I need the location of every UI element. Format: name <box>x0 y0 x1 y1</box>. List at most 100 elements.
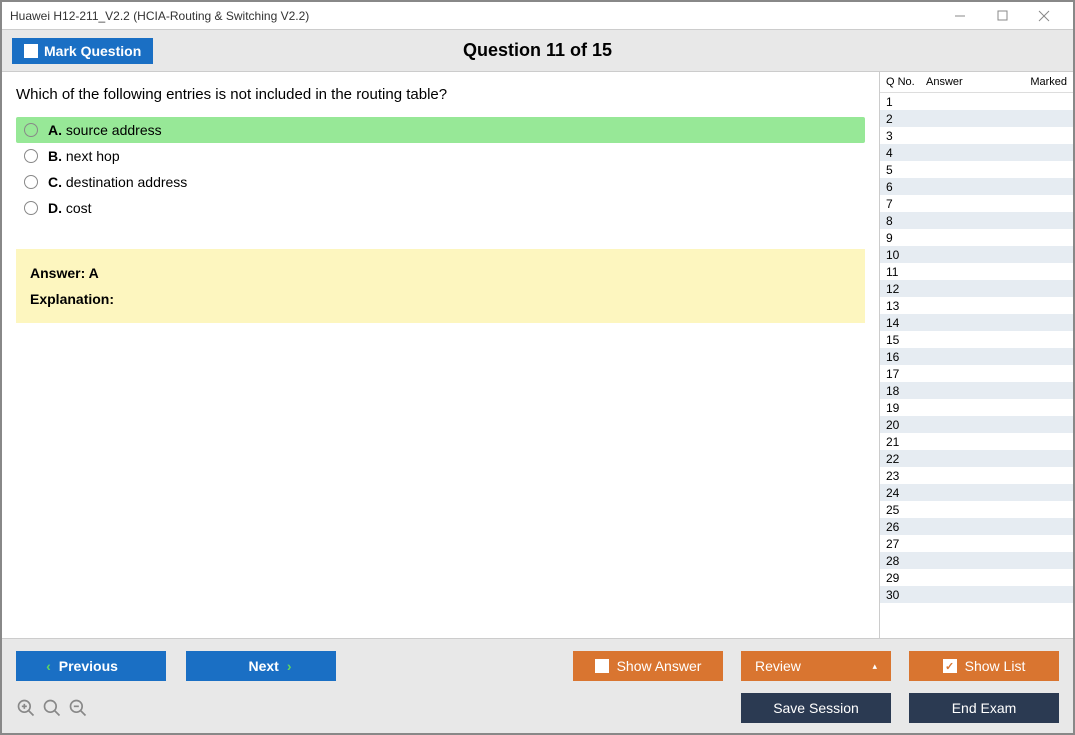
question-row[interactable]: 5 <box>880 161 1073 178</box>
option-label: A. source address <box>48 122 162 138</box>
question-number: 14 <box>886 316 916 330</box>
answer-box: Answer: A Explanation: <box>16 249 865 323</box>
next-button[interactable]: Next › <box>186 651 336 681</box>
next-label: Next <box>248 658 278 674</box>
header-bar: Mark Question Question 11 of 15 <box>2 30 1073 72</box>
question-row[interactable]: 12 <box>880 280 1073 297</box>
question-number: 20 <box>886 418 916 432</box>
titlebar: Huawei H12-211_V2.2 (HCIA-Routing & Swit… <box>2 2 1073 30</box>
question-number: 23 <box>886 469 916 483</box>
question-counter: Question 11 of 15 <box>463 40 612 61</box>
radio-icon <box>24 123 38 137</box>
question-number: 17 <box>886 367 916 381</box>
question-row[interactable]: 3 <box>880 127 1073 144</box>
chevron-right-icon: › <box>287 658 292 674</box>
option-d[interactable]: D. cost <box>16 195 865 221</box>
option-a[interactable]: A. source address <box>16 117 865 143</box>
main-panel: Which of the following entries is not in… <box>2 72 879 638</box>
question-number: 10 <box>886 248 916 262</box>
radio-icon <box>24 175 38 189</box>
question-number: 22 <box>886 452 916 466</box>
show-answer-button[interactable]: Show Answer <box>573 651 723 681</box>
question-row[interactable]: 1 <box>880 93 1073 110</box>
question-number: 30 <box>886 588 916 602</box>
question-row[interactable]: 16 <box>880 348 1073 365</box>
header-marked: Marked <box>1017 76 1067 88</box>
question-row[interactable]: 15 <box>880 331 1073 348</box>
question-row[interactable]: 6 <box>880 178 1073 195</box>
question-row[interactable]: 27 <box>880 535 1073 552</box>
question-number: 21 <box>886 435 916 449</box>
show-answer-checkbox-icon <box>595 659 609 673</box>
question-row[interactable]: 21 <box>880 433 1073 450</box>
previous-button[interactable]: ‹ Previous <box>16 651 166 681</box>
question-list-body[interactable]: 1234567891011121314151617181920212223242… <box>880 93 1073 638</box>
question-number: 27 <box>886 537 916 551</box>
question-row[interactable]: 28 <box>880 552 1073 569</box>
show-list-button[interactable]: ✓ Show List <box>909 651 1059 681</box>
mark-checkbox-icon <box>24 44 38 58</box>
question-row[interactable]: 13 <box>880 297 1073 314</box>
question-row[interactable]: 18 <box>880 382 1073 399</box>
question-row[interactable]: 17 <box>880 365 1073 382</box>
option-label: B. next hop <box>48 148 120 164</box>
question-row[interactable]: 4 <box>880 144 1073 161</box>
show-list-label: Show List <box>965 658 1026 674</box>
content-area: Which of the following entries is not in… <box>2 72 1073 638</box>
question-row[interactable]: 30 <box>880 586 1073 603</box>
question-row[interactable]: 14 <box>880 314 1073 331</box>
question-row[interactable]: 9 <box>880 229 1073 246</box>
review-button[interactable]: Review ▴ <box>741 651 891 681</box>
explanation-label: Explanation: <box>30 291 851 307</box>
question-number: 6 <box>886 180 916 194</box>
question-number: 8 <box>886 214 916 228</box>
header-qno: Q No. <box>886 76 926 88</box>
question-number: 9 <box>886 231 916 245</box>
question-row[interactable]: 24 <box>880 484 1073 501</box>
footer: ‹ Previous Next › Show Answer Review ▴ <box>2 638 1073 733</box>
question-number: 24 <box>886 486 916 500</box>
minimize-button[interactable] <box>945 6 975 26</box>
save-session-button[interactable]: Save Session <box>741 693 891 723</box>
option-label: C. destination address <box>48 174 187 190</box>
question-number: 25 <box>886 503 916 517</box>
option-b[interactable]: B. next hop <box>16 143 865 169</box>
question-number: 19 <box>886 401 916 415</box>
option-c[interactable]: C. destination address <box>16 169 865 195</box>
question-row[interactable]: 2 <box>880 110 1073 127</box>
header-answer: Answer <box>926 76 1017 88</box>
zoom-in-icon[interactable] <box>16 698 36 718</box>
zoom-controls <box>16 698 88 718</box>
question-row[interactable]: 10 <box>880 246 1073 263</box>
question-row[interactable]: 25 <box>880 501 1073 518</box>
question-row[interactable]: 20 <box>880 416 1073 433</box>
zoom-default-icon[interactable] <box>42 698 62 718</box>
maximize-button[interactable] <box>987 6 1017 26</box>
question-row[interactable]: 29 <box>880 569 1073 586</box>
show-list-checkbox-icon: ✓ <box>943 659 957 673</box>
dropdown-arrow-icon: ▴ <box>872 661 877 672</box>
question-row[interactable]: 19 <box>880 399 1073 416</box>
question-row[interactable]: 22 <box>880 450 1073 467</box>
footer-row-1: ‹ Previous Next › Show Answer Review ▴ <box>16 651 1059 681</box>
window-title: Huawei H12-211_V2.2 (HCIA-Routing & Swit… <box>10 9 309 23</box>
window-frame: Huawei H12-211_V2.2 (HCIA-Routing & Swit… <box>0 0 1075 735</box>
radio-icon <box>24 201 38 215</box>
end-exam-button[interactable]: End Exam <box>909 693 1059 723</box>
window-controls <box>945 6 1065 26</box>
question-list-panel: Q No. Answer Marked 12345678910111213141… <box>879 72 1073 638</box>
question-row[interactable]: 26 <box>880 518 1073 535</box>
close-button[interactable] <box>1029 6 1059 26</box>
footer-row-2: Save Session End Exam <box>16 693 1059 723</box>
question-row[interactable]: 11 <box>880 263 1073 280</box>
question-number: 26 <box>886 520 916 534</box>
zoom-out-icon[interactable] <box>68 698 88 718</box>
mark-question-button[interactable]: Mark Question <box>12 38 153 64</box>
question-row[interactable]: 7 <box>880 195 1073 212</box>
question-number: 1 <box>886 95 916 109</box>
question-row[interactable]: 8 <box>880 212 1073 229</box>
question-row[interactable]: 23 <box>880 467 1073 484</box>
question-number: 7 <box>886 197 916 211</box>
radio-icon <box>24 149 38 163</box>
action-buttons-row-2: Save Session End Exam <box>741 693 1059 723</box>
